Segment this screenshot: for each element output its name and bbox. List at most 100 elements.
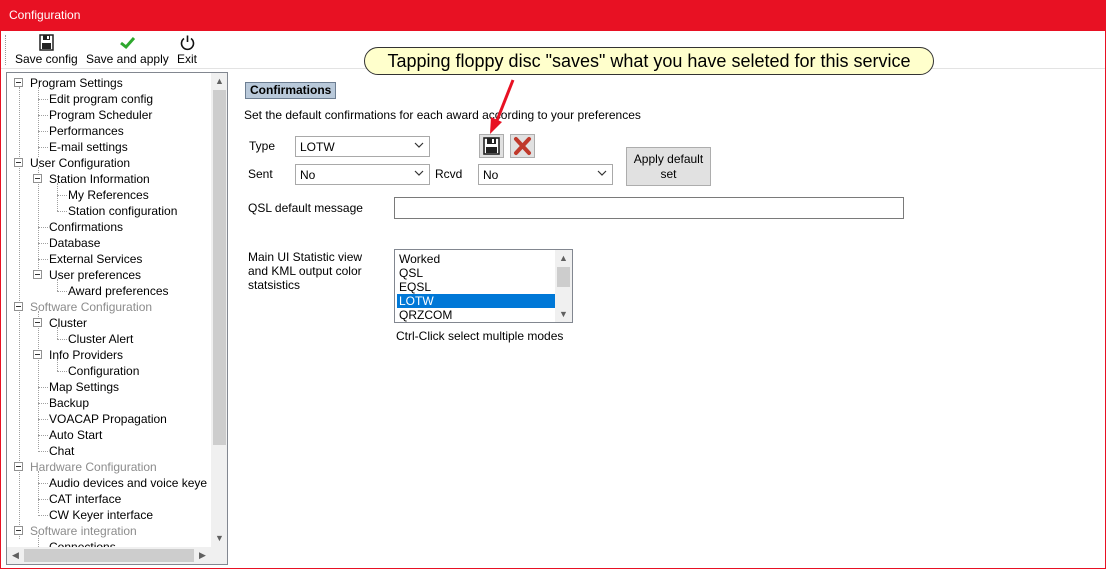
tree-item-backup[interactable]: Backup <box>49 395 89 411</box>
tree-line <box>38 435 48 436</box>
type-dropdown[interactable]: LOTW <box>295 136 430 157</box>
collapse-toggle-icon[interactable] <box>14 302 23 311</box>
window-title: Configuration <box>9 8 81 22</box>
tree-line <box>38 147 48 148</box>
scroll-down-icon[interactable]: ▼ <box>555 306 572 322</box>
tree-vertical-scrollbar[interactable]: ▲ ▼ <box>211 73 227 547</box>
tree-item-auto-start[interactable]: Auto Start <box>49 427 102 443</box>
scroll-right-icon[interactable]: ▶ <box>194 547 211 564</box>
tree-item-program-settings[interactable]: Program Settings <box>30 75 123 91</box>
collapse-toggle-icon[interactable] <box>14 526 23 535</box>
tree-item-program-scheduler[interactable]: Program Scheduler <box>49 107 152 123</box>
tree-line <box>38 419 48 420</box>
tree-line <box>38 243 48 244</box>
listbox-scrollbar[interactable]: ▲ ▼ <box>555 250 572 322</box>
tree-item-cluster[interactable]: Cluster <box>49 315 87 331</box>
tree-item-edit-program-config[interactable]: Edit program config <box>49 91 153 107</box>
save-and-apply-label: Save and apply <box>86 52 169 66</box>
collapse-toggle-icon[interactable] <box>14 462 23 471</box>
red-x-icon <box>514 137 531 155</box>
stat-label-line2: and KML output color <box>248 264 362 278</box>
scroll-left-icon[interactable]: ◀ <box>7 547 24 564</box>
qsl-default-message-input[interactable] <box>394 197 904 219</box>
tree-item-station-configuration[interactable]: Station configuration <box>68 203 177 219</box>
save-config-button[interactable]: Save config <box>15 34 78 66</box>
tree-item-configuration[interactable]: Configuration <box>68 363 139 379</box>
scroll-thumb[interactable] <box>557 267 570 287</box>
tree-line <box>57 371 67 372</box>
tree-item-my-references[interactable]: My References <box>68 187 149 203</box>
tree-item-external-services[interactable]: External Services <box>49 251 142 267</box>
tree-item-info-providers[interactable]: Info Providers <box>49 347 123 363</box>
tree-item-software-configuration[interactable]: Software Configuration <box>30 299 152 315</box>
list-item-qsl[interactable]: QSL <box>397 266 555 280</box>
scrollbar-corner <box>211 547 227 564</box>
tree-item-performances[interactable]: Performances <box>49 123 124 139</box>
list-item-eqsl[interactable]: EQSL <box>397 280 555 294</box>
tree-item-station-information[interactable]: Station Information <box>49 171 150 187</box>
tree-item-confirmations[interactable]: Confirmations <box>49 219 123 235</box>
tree-item-email-settings[interactable]: E-mail settings <box>49 139 128 155</box>
tree-item-chat[interactable]: Chat <box>49 443 74 459</box>
statistic-modes-listbox[interactable]: Worked QSL EQSL LOTW QRZCOM ▲ ▼ <box>394 249 573 323</box>
scroll-up-icon[interactable]: ▲ <box>211 73 227 90</box>
tree-item-cluster-alert[interactable]: Cluster Alert <box>68 331 133 347</box>
tree-item-map-settings[interactable]: Map Settings <box>49 379 119 395</box>
tree-item-software-integration[interactable]: Software integration <box>30 523 137 539</box>
tree-line <box>57 183 58 211</box>
scroll-thumb[interactable] <box>24 549 194 562</box>
tree-line <box>19 87 20 539</box>
type-dropdown-value: LOTW <box>300 140 335 154</box>
apply-default-label-line2: set <box>660 167 677 181</box>
tree-line <box>38 227 48 228</box>
configuration-tree[interactable]: Program Settings Edit program config Pro… <box>6 72 228 565</box>
section-title: Confirmations <box>245 82 337 99</box>
tree-line <box>38 403 48 404</box>
tree-view: Program Settings Edit program config Pro… <box>7 73 211 547</box>
collapse-toggle-icon[interactable] <box>33 270 42 279</box>
scroll-thumb[interactable] <box>213 90 226 445</box>
rcvd-dropdown-value: No <box>483 168 499 182</box>
collapse-toggle-icon[interactable] <box>14 78 23 87</box>
tree-item-user-configuration[interactable]: User Configuration <box>30 155 130 171</box>
tree-item-database[interactable]: Database <box>49 235 100 251</box>
collapse-toggle-icon[interactable] <box>33 350 42 359</box>
list-item-worked[interactable]: Worked <box>397 252 555 266</box>
floppy-disk-icon <box>483 137 500 155</box>
tree-item-hardware-configuration[interactable]: Hardware Configuration <box>30 459 157 475</box>
collapse-toggle-icon[interactable] <box>33 318 42 327</box>
tree-line <box>57 291 67 292</box>
list-item-qrzcom[interactable]: QRZCOM <box>397 308 555 322</box>
save-confirmation-button[interactable] <box>479 134 504 158</box>
toolbar-grip[interactable] <box>5 35 8 65</box>
rcvd-dropdown[interactable]: No <box>478 164 613 185</box>
scroll-down-icon[interactable]: ▼ <box>211 530 227 547</box>
save-and-apply-button[interactable]: Save and apply <box>86 34 169 66</box>
tree-horizontal-scrollbar[interactable]: ◀ ▶ <box>7 547 211 564</box>
tree-line <box>38 499 48 500</box>
scroll-up-icon[interactable]: ▲ <box>555 250 572 266</box>
save-config-label: Save config <box>15 52 78 66</box>
tree-item-voacap-propagation[interactable]: VOACAP Propagation <box>49 411 167 427</box>
exit-button[interactable]: Exit <box>176 34 198 66</box>
tree-line <box>57 195 67 196</box>
tree-item-audio-devices[interactable]: Audio devices and voice keye <box>49 475 207 491</box>
collapse-toggle-icon[interactable] <box>14 158 23 167</box>
delete-confirmation-button[interactable] <box>510 134 535 158</box>
chevron-down-icon <box>414 170 424 176</box>
type-label: Type <box>249 139 276 153</box>
stat-label-line3: statsistics <box>248 278 301 292</box>
collapse-toggle-icon[interactable] <box>33 174 42 183</box>
apply-default-set-button[interactable]: Apply default set <box>626 147 711 186</box>
tree-line <box>38 131 48 132</box>
stat-label-line1: Main UI Statistic view <box>248 250 363 264</box>
tree-item-connections[interactable]: Connections <box>49 539 116 547</box>
sent-label: Sent <box>248 167 273 181</box>
tree-item-cw-keyer-interface[interactable]: CW Keyer interface <box>49 507 153 523</box>
tree-item-cat-interface[interactable]: CAT interface <box>49 491 121 507</box>
tree-item-award-preferences[interactable]: Award preferences <box>68 283 169 299</box>
sent-dropdown[interactable]: No <box>295 164 430 185</box>
tree-item-user-preferences[interactable]: User preferences <box>49 267 141 283</box>
list-item-lotw[interactable]: LOTW <box>397 294 555 308</box>
annotation-callout: Tapping floppy disc "saves" what you hav… <box>364 47 934 75</box>
